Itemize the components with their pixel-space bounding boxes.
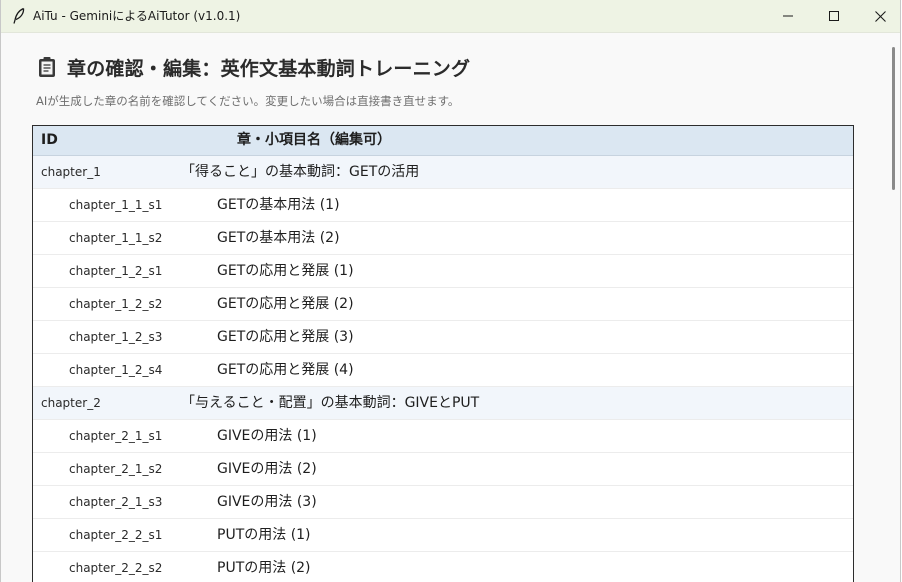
row-id: chapter_1_2_s2 (69, 297, 163, 311)
column-header-id: ID (41, 132, 58, 148)
subitem-row[interactable]: chapter_2_2_s2 PUTの用法 (2) (33, 552, 853, 582)
maximize-icon (829, 11, 839, 21)
chapter-table: ID 章・小項目名（編集可） chapter_1 「得ること」の基本動詞：GETの… (32, 125, 854, 582)
row-name-editable[interactable]: GETの基本用法 (1) (217, 189, 340, 221)
subitem-row[interactable]: chapter_1_2_s4 GETの応用と発展 (4) (33, 354, 853, 387)
subitem-row[interactable]: chapter_2_1_s2 GIVEの用法 (2) (33, 453, 853, 486)
page-subtitle: AIが生成した章の名前を確認してください。変更したい場合は直接書き直せます。 (36, 94, 460, 108)
subitem-row[interactable]: chapter_1_1_s1 GETの基本用法 (1) (33, 189, 853, 222)
vertical-scrollbar[interactable] (889, 33, 900, 582)
clipboard-icon (39, 57, 55, 77)
feather-icon (13, 7, 25, 24)
scrollbar-thumb[interactable] (892, 47, 895, 190)
table-header: ID 章・小項目名（編集可） (33, 126, 853, 156)
row-id: chapter_1_1_s1 (69, 198, 163, 212)
page-header: 章の確認・編集：英作文基本動詞トレーニング (37, 54, 470, 80)
row-id: chapter_2 (41, 396, 101, 410)
row-name-editable[interactable]: GIVEの用法 (2) (217, 453, 317, 485)
row-name-editable[interactable]: GETの応用と発展 (1) (217, 255, 354, 287)
minimize-icon (783, 15, 793, 17)
row-id: chapter_2_1_s3 (69, 495, 163, 509)
maximize-button[interactable] (811, 0, 857, 32)
row-name-editable[interactable]: 「得ること」の基本動詞：GETの活用 (181, 156, 419, 188)
row-id: chapter_1_1_s2 (69, 231, 163, 245)
chapter-row[interactable]: chapter_1 「得ること」の基本動詞：GETの活用 (33, 156, 853, 189)
row-name-editable[interactable]: GETの応用と発展 (3) (217, 321, 354, 353)
subitem-row[interactable]: chapter_1_1_s2 GETの基本用法 (2) (33, 222, 853, 255)
row-id: chapter_2_2_s1 (69, 528, 163, 542)
row-id: chapter_1 (41, 165, 101, 179)
row-name-editable[interactable]: GETの基本用法 (2) (217, 222, 340, 254)
chapter-row[interactable]: chapter_2 「与えること・配置」の基本動詞：GIVEとPUT (33, 387, 853, 420)
subitem-row[interactable]: chapter_1_2_s3 GETの応用と発展 (3) (33, 321, 853, 354)
close-button[interactable] (857, 0, 900, 32)
row-id: chapter_1_2_s4 (69, 363, 163, 377)
row-name-editable[interactable]: PUTの用法 (2) (217, 552, 311, 582)
row-name-editable[interactable]: GETの応用と発展 (4) (217, 354, 354, 386)
row-id: chapter_2_2_s2 (69, 561, 163, 575)
row-name-editable[interactable]: GIVEの用法 (3) (217, 486, 317, 518)
column-header-name: 章・小項目名（編集可） (237, 132, 391, 148)
row-name-editable[interactable]: GIVEの用法 (1) (217, 420, 317, 452)
row-id: chapter_2_1_s2 (69, 462, 163, 476)
row-name-editable[interactable]: 「与えること・配置」の基本動詞：GIVEとPUT (181, 387, 479, 419)
row-id: chapter_2_1_s1 (69, 429, 163, 443)
row-name-editable[interactable]: PUTの用法 (1) (217, 519, 311, 551)
subitem-row[interactable]: chapter_1_2_s2 GETの応用と発展 (2) (33, 288, 853, 321)
close-icon (874, 10, 886, 22)
row-name-editable[interactable]: GETの応用と発展 (2) (217, 288, 354, 320)
title-bar[interactable]: AiTu - GeminiによるAiTutor (v1.0.1) (1, 0, 900, 33)
subitem-row[interactable]: chapter_2_2_s1 PUTの用法 (1) (33, 519, 853, 552)
main-content: 章の確認・編集：英作文基本動詞トレーニング AIが生成した章の名前を確認してくだ… (1, 33, 889, 582)
table-body: chapter_1 「得ること」の基本動詞：GETの活用 chapter_1_1_s… (33, 156, 853, 582)
subitem-row[interactable]: chapter_2_1_s1 GIVEの用法 (1) (33, 420, 853, 453)
subitem-row[interactable]: chapter_1_2_s1 GETの応用と発展 (1) (33, 255, 853, 288)
window-title: AiTu - GeminiによるAiTutor (v1.0.1) (33, 9, 241, 23)
page-title: 章の確認・編集：英作文基本動詞トレーニング (67, 57, 471, 80)
row-id: chapter_1_2_s1 (69, 264, 163, 278)
row-id: chapter_1_2_s3 (69, 330, 163, 344)
minimize-button[interactable] (765, 0, 811, 32)
subitem-row[interactable]: chapter_2_1_s3 GIVEの用法 (3) (33, 486, 853, 519)
app-window: AiTu - GeminiによるAiTutor (v1.0.1) 章の確認・編集… (0, 0, 901, 582)
